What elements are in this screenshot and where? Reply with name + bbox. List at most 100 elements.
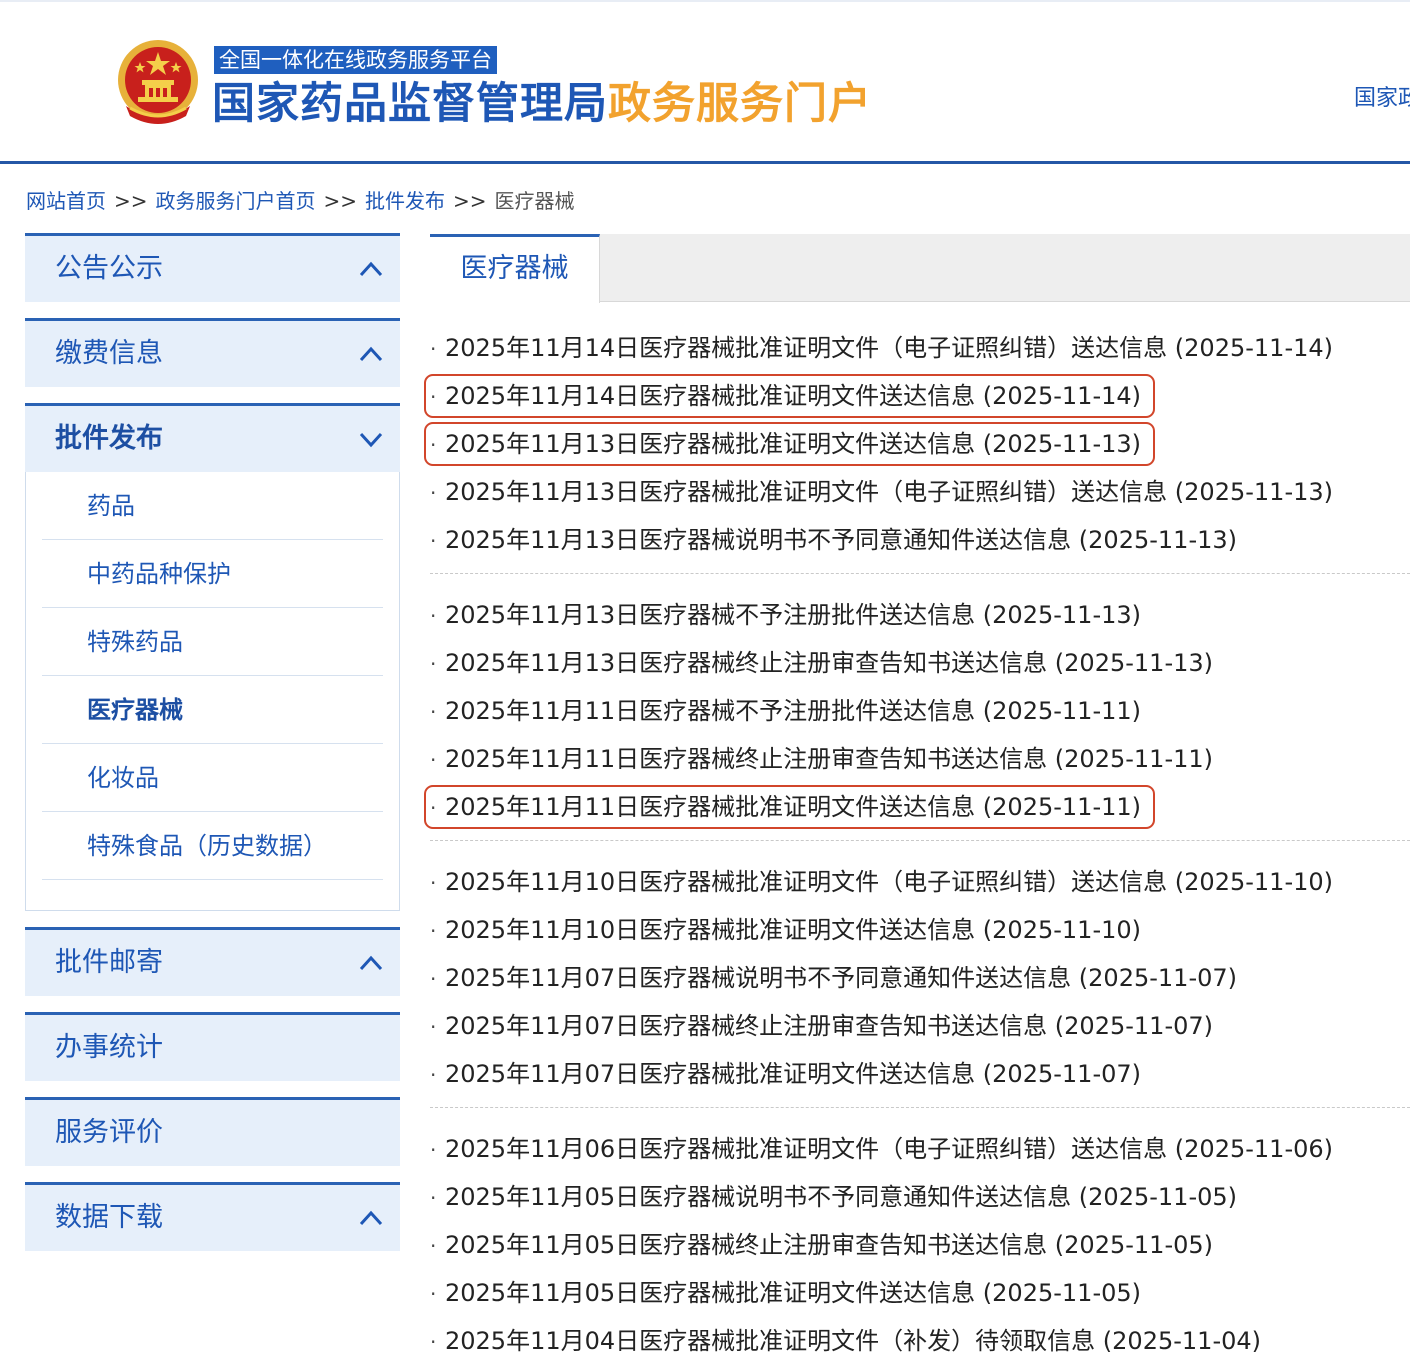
article-list-item[interactable]: · 2025年11月13日医疗器械说明书不予同意通知件送达信息 (2025-11-…: [430, 516, 1410, 564]
bullet-dot-icon: ·: [430, 652, 437, 676]
article-list-item[interactable]: · 2025年11月11日医疗器械终止注册审查告知书送达信息 (2025-11-1…: [430, 735, 1410, 783]
chevron-up-icon[interactable]: [358, 343, 384, 365]
article-date: (2025-11-13): [982, 601, 1141, 629]
article-list-item[interactable]: · 2025年11月14日医疗器械批准证明文件（电子证照纠错）送达信息 (2025…: [430, 324, 1410, 372]
header-right-link[interactable]: 国家政: [1354, 80, 1410, 112]
article-list-item[interactable]: · 2025年11月13日医疗器械不予注册批件送达信息 (2025-11-13): [430, 591, 1410, 639]
article-list-item[interactable]: · 2025年11月11日医疗器械不予注册批件送达信息 (2025-11-11): [430, 687, 1410, 735]
article-date: (2025-11-11): [982, 793, 1141, 821]
nav-head-evaluation[interactable]: 服务评价: [25, 1097, 400, 1166]
article-title: 2025年11月05日医疗器械批准证明文件送达信息: [445, 1279, 976, 1307]
nav-head-fees[interactable]: 缴费信息: [25, 318, 400, 387]
nav-head-downloads[interactable]: 数据下载: [25, 1182, 400, 1251]
breadcrumb-separator: >>: [323, 189, 358, 213]
nav-group-announcements: 公告公示: [25, 233, 400, 302]
nav-group-statistics: 办事统计: [25, 1012, 400, 1081]
article-title: 2025年11月13日医疗器械不予注册批件送达信息: [445, 601, 976, 629]
sidebar-item-medical-devices[interactable]: 医疗器械: [42, 676, 383, 744]
sidebar-item-cosmetics[interactable]: 化妆品: [42, 744, 383, 812]
chevron-up-icon[interactable]: [358, 952, 384, 974]
article-title: 2025年11月05日医疗器械说明书不予同意通知件送达信息: [445, 1183, 1072, 1211]
breadcrumb-approvals[interactable]: 批件发布: [365, 189, 445, 213]
list-divider: [430, 840, 1410, 841]
article-date: (2025-11-11): [1054, 745, 1213, 773]
article-list-item[interactable]: · 2025年11月05日医疗器械批准证明文件送达信息 (2025-11-05): [430, 1269, 1410, 1317]
article-title: 2025年11月06日医疗器械批准证明文件（电子证照纠错）送达信息: [445, 1135, 1168, 1163]
breadcrumb-home[interactable]: 网站首页: [26, 189, 106, 213]
nav-head-label: 办事统计: [55, 1032, 163, 1063]
article-date: (2025-11-10): [1174, 868, 1333, 896]
article-list-item[interactable]: · 2025年11月13日医疗器械终止注册审查告知书送达信息 (2025-11-1…: [430, 639, 1410, 687]
article-title: 2025年11月07日医疗器械说明书不予同意通知件送达信息: [445, 964, 1072, 992]
article-list-item[interactable]: · 2025年11月13日医疗器械批准证明文件送达信息 (2025-11-13): [430, 420, 1410, 468]
bullet-dot-icon: ·: [430, 796, 437, 820]
bullet-dot-icon: ·: [430, 529, 437, 553]
nav-head-statistics[interactable]: 办事统计: [25, 1012, 400, 1081]
bullet-dot-icon: ·: [430, 967, 437, 991]
article-date: (2025-11-14): [1174, 334, 1333, 362]
article-list-item[interactable]: · 2025年11月11日医疗器械批准证明文件送达信息 (2025-11-11): [430, 783, 1410, 831]
article-list-item[interactable]: · 2025年11月06日医疗器械批准证明文件（电子证照纠错）送达信息 (2025…: [430, 1125, 1410, 1173]
chevron-down-icon[interactable]: [358, 428, 384, 450]
breadcrumb-portal-home[interactable]: 政务服务门户首页: [156, 189, 316, 213]
nav-head-announcements[interactable]: 公告公示: [25, 233, 400, 302]
site-title-main: 国家药品监督管理局: [212, 79, 608, 129]
bullet-dot-icon: ·: [430, 1138, 437, 1162]
article-list-item[interactable]: · 2025年11月10日医疗器械批准证明文件（电子证照纠错）送达信息 (2025…: [430, 858, 1410, 906]
bullet-dot-icon: ·: [430, 1234, 437, 1258]
nav-group-evaluation: 服务评价: [25, 1097, 400, 1166]
article-title: 2025年11月05日医疗器械终止注册审查告知书送达信息: [445, 1231, 1048, 1259]
article-date: (2025-11-13): [982, 430, 1141, 458]
article-date: (2025-11-10): [982, 916, 1141, 944]
bullet-dot-icon: ·: [430, 604, 437, 628]
article-date: (2025-11-13): [1054, 649, 1213, 677]
article-title: 2025年11月13日医疗器械说明书不予同意通知件送达信息: [445, 526, 1072, 554]
nav-head-label: 缴费信息: [55, 338, 163, 369]
national-emblem-icon[interactable]: [112, 36, 204, 128]
nav-submenu-approvals: 药品 中药品种保护 特殊药品 医疗器械 化妆品 特殊食品（历史数据）: [25, 472, 400, 911]
article-title: 2025年11月13日医疗器械批准证明文件送达信息: [445, 430, 976, 458]
breadcrumb-separator: >>: [453, 189, 487, 213]
article-list-item[interactable]: · 2025年11月07日医疗器械说明书不予同意通知件送达信息 (2025-11-…: [430, 954, 1410, 1002]
nav-head-mailing[interactable]: 批件邮寄: [25, 927, 400, 996]
article-title: 2025年11月07日医疗器械批准证明文件送达信息: [445, 1060, 976, 1088]
bullet-dot-icon: ·: [430, 919, 437, 943]
nav-group-approvals: 批件发布 药品 中药品种保护 特殊药品 医疗器械 化妆品 特殊食品（历史数据）: [25, 403, 400, 911]
article-date: (2025-11-05): [982, 1279, 1141, 1307]
bullet-dot-icon: ·: [430, 700, 437, 724]
article-title: 2025年11月07日医疗器械终止注册审查告知书送达信息: [445, 1012, 1048, 1040]
bullet-dot-icon: ·: [430, 433, 437, 457]
article-list-item[interactable]: · 2025年11月05日医疗器械说明书不予同意通知件送达信息 (2025-11-…: [430, 1173, 1410, 1221]
article-title: 2025年11月10日医疗器械批准证明文件（电子证照纠错）送达信息: [445, 868, 1168, 896]
article-list-item[interactable]: · 2025年11月13日医疗器械批准证明文件（电子证照纠错）送达信息 (2025…: [430, 468, 1410, 516]
article-list-item[interactable]: · 2025年11月07日医疗器械批准证明文件送达信息 (2025-11-07): [430, 1050, 1410, 1098]
sidebar-item-special-drugs[interactable]: 特殊药品: [42, 608, 383, 676]
tab-bar: 医疗器械: [430, 234, 1410, 303]
article-list-item[interactable]: · 2025年11月10日医疗器械批准证明文件送达信息 (2025-11-10): [430, 906, 1410, 954]
nav-head-approvals[interactable]: 批件发布: [25, 403, 400, 472]
nav-head-label: 公告公示: [55, 253, 163, 284]
header-top-line: [0, 0, 1410, 2]
article-list-item[interactable]: · 2025年11月04日医疗器械批准证明文件（补发）待领取信息 (2025-11…: [430, 1317, 1410, 1365]
nav-head-label: 批件邮寄: [55, 947, 163, 978]
site-title[interactable]: 国家药品监督管理局政务服务门户: [212, 74, 872, 134]
article-title: 2025年11月14日医疗器械批准证明文件送达信息: [445, 382, 976, 410]
sidebar-item-tcm-protection[interactable]: 中药品种保护: [42, 540, 383, 608]
chevron-up-icon[interactable]: [358, 1207, 384, 1229]
bullet-dot-icon: ·: [430, 1015, 437, 1039]
article-list-item[interactable]: · 2025年11月07日医疗器械终止注册审查告知书送达信息 (2025-11-0…: [430, 1002, 1410, 1050]
article-list-item[interactable]: · 2025年11月14日医疗器械批准证明文件送达信息 (2025-11-14): [430, 372, 1410, 420]
chevron-up-icon[interactable]: [358, 258, 384, 280]
nav-group-mailing: 批件邮寄: [25, 927, 400, 996]
article-date: (2025-11-13): [1174, 478, 1333, 506]
list-divider: [430, 1107, 1410, 1108]
article-date: (2025-11-06): [1174, 1135, 1333, 1163]
article-list-item[interactable]: · 2025年11月05日医疗器械终止注册审查告知书送达信息 (2025-11-0…: [430, 1221, 1410, 1269]
bullet-dot-icon: ·: [430, 385, 437, 409]
tab-medical-devices[interactable]: 医疗器械: [430, 234, 600, 303]
bullet-dot-icon: ·: [430, 1186, 437, 1210]
sidebar-item-special-foods[interactable]: 特殊食品（历史数据）: [42, 812, 383, 880]
bullet-dot-icon: ·: [430, 337, 437, 361]
bullet-dot-icon: ·: [430, 871, 437, 895]
sidebar-item-drugs[interactable]: 药品: [42, 472, 383, 540]
